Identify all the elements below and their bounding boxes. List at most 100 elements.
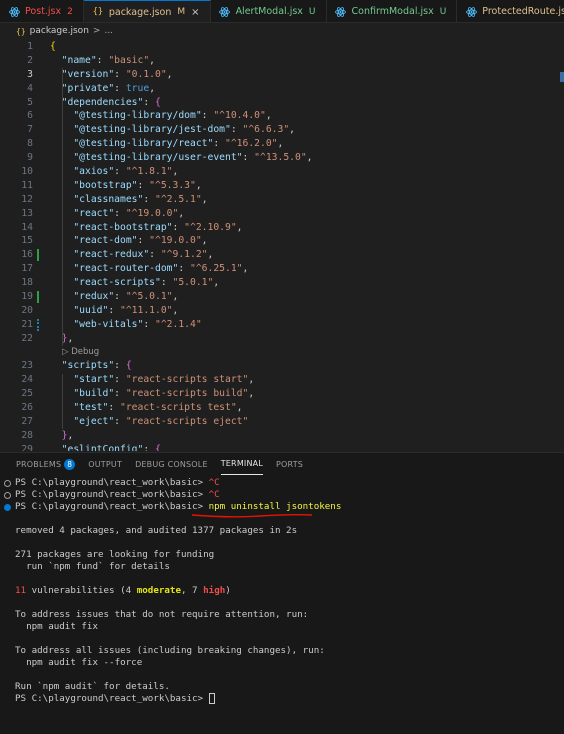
panel-tab-ports[interactable]: PORTS [276, 453, 303, 475]
code-token: : [137, 179, 150, 191]
code-token: : [143, 96, 155, 108]
code-token: : [160, 277, 173, 289]
command-decoration-icon[interactable] [4, 504, 11, 511]
terminal-text: moderate [136, 585, 181, 596]
editor-tab[interactable]: ConfirmModal.jsx U [327, 0, 458, 22]
code-text: "react-bootstrap": "^2.10.9", [50, 221, 243, 235]
code-token: , [236, 402, 243, 414]
code-token: "scripts" [61, 360, 115, 372]
code-token: , [236, 221, 243, 233]
command-decoration-icon[interactable] [4, 492, 11, 499]
code-line: 14 "react-bootstrap": "^2.10.9", [0, 221, 564, 235]
panel-tab-problems[interactable]: PROBLEMS 8 [16, 453, 76, 475]
code-line: 12 "classnames": "^2.5.1", [0, 193, 564, 207]
code-token: , [277, 138, 284, 150]
code-line: 10 "axios": "^1.8.1", [0, 165, 564, 179]
breadcrumb-file[interactable]: package.json [30, 26, 89, 36]
editor-tab[interactable]: {} package.json M × [83, 0, 211, 22]
code-token: "test" [73, 402, 109, 414]
line-number: 11 [21, 179, 33, 191]
code-line: 25 "build": "react-scripts build", [0, 387, 564, 401]
breadcrumb-separator: > [92, 26, 101, 36]
code-token: : [114, 360, 126, 372]
terminal-line: 11 vulnerabilities (4 moderate, 7 high) [0, 585, 564, 597]
problems-count-badge: 8 [64, 458, 76, 470]
code-token: : [96, 54, 109, 66]
code-token: "react-scripts eject" [125, 416, 249, 428]
code-token: "^6.25.1" [190, 263, 243, 275]
code-text: "react-dom": "^19.0.0", [50, 234, 207, 248]
breadcrumb-more[interactable]: ... [104, 26, 113, 36]
terminal-line: PS C:\playground\react_work\basic> [0, 693, 564, 705]
code-line: 3 "version": "0.1.0", [0, 68, 564, 82]
command-decoration-icon[interactable] [4, 480, 11, 487]
code-token: : [114, 374, 126, 386]
panel-tabs: PROBLEMS 8 OUTPUT DEBUG CONSOLE TERMINAL PORT… [0, 453, 564, 475]
line-number: 17 [21, 263, 33, 275]
code-editor[interactable]: 1{2 "name": "basic", 3 "version": "0.1.0"… [0, 40, 564, 451]
code-token: "^10.4.0" [213, 110, 266, 122]
code-text: "version": "0.1.0", [50, 68, 173, 82]
code-line: 16 "react-redux": "^9.1.2", [0, 248, 564, 262]
code-line: 5 "dependencies": { [0, 96, 564, 110]
line-number: 10 [21, 166, 33, 178]
code-token: , [149, 54, 156, 66]
code-line: 13 "react": "^19.0.0", [0, 207, 564, 221]
terminal-text: PS C:\playground\react_work\basic> [15, 501, 209, 512]
code-token: , [172, 304, 179, 316]
editor-tab[interactable]: Post.jsx 2 [0, 0, 84, 22]
code-token: "^1.8.1" [125, 166, 173, 178]
code-line: 1{ [0, 40, 564, 54]
editor-tab[interactable]: ProtectedRoute.jsxM [457, 0, 564, 22]
debug-codelens[interactable]: ▷ Debug [62, 346, 99, 360]
code-line: 22 }, [0, 332, 564, 346]
panel-tab-output[interactable]: OUTPUT [88, 453, 122, 475]
code-token: "bootstrap" [73, 179, 138, 191]
panel-tab-label: TERMINAL [220, 459, 263, 468]
code-text: "react": "^19.0.0", [50, 207, 184, 221]
code-token: "^16.2.0" [225, 138, 278, 150]
line-number: 1 [27, 41, 33, 52]
code-token: "private" [61, 82, 115, 94]
code-token: : [108, 402, 121, 414]
code-token: : [242, 152, 255, 164]
close-icon[interactable]: × [191, 7, 199, 18]
panel-tab-terminal[interactable]: TERMINAL [220, 453, 263, 475]
code-text: "web-vitals": "^2.1.4" [50, 318, 201, 332]
code-text: "scripts": { [50, 359, 132, 373]
terminal-line: 271 packages are looking for funding [0, 549, 564, 561]
code-token: , [265, 110, 272, 122]
terminal-text: 11 [15, 585, 27, 596]
code-text: "private": true, [50, 82, 155, 96]
terminal-text: high [203, 585, 226, 596]
code-token: "redux" [73, 291, 115, 303]
terminal-text: Run `npm audit` for details. [15, 681, 170, 692]
code-text: "build": "react-scripts build", [50, 387, 254, 401]
terminal-line: PS C:\playground\react_work\basic> npm u… [0, 501, 564, 518]
code-token: "classnames" [73, 193, 144, 205]
tab-status-badge: U [439, 6, 447, 17]
code-token: "react-scripts build" [125, 388, 249, 400]
line-number: 8 [27, 138, 33, 150]
terminal-line: npm audit fix --force [0, 657, 564, 669]
terminal-text: vulnerabilities (4 [26, 585, 137, 596]
code-token: "react-scripts test" [120, 402, 237, 414]
code-token: "web-vitals" [73, 318, 144, 330]
code-token: "build" [73, 388, 115, 400]
terminal-text: PS C:\playground\react_work\basic> [15, 477, 209, 488]
terminal[interactable]: PS C:\playground\react_work\basic> ^C PS … [0, 477, 564, 705]
code-token: "version" [61, 68, 115, 80]
code-token: "name" [61, 54, 97, 66]
line-number: 9 [27, 152, 33, 164]
terminal-text: ^C [208, 477, 220, 488]
panel-tab-debug-console[interactable]: DEBUG CONSOLE [135, 453, 208, 475]
code-token: , [67, 332, 74, 344]
git-change-marker [37, 249, 39, 262]
panel-tab-label: PROBLEMS [16, 459, 62, 469]
editor-tab[interactable]: AlertModal.jsx U [211, 0, 327, 22]
tab-status-badge: M [177, 7, 186, 17]
code-token: : [108, 304, 121, 316]
